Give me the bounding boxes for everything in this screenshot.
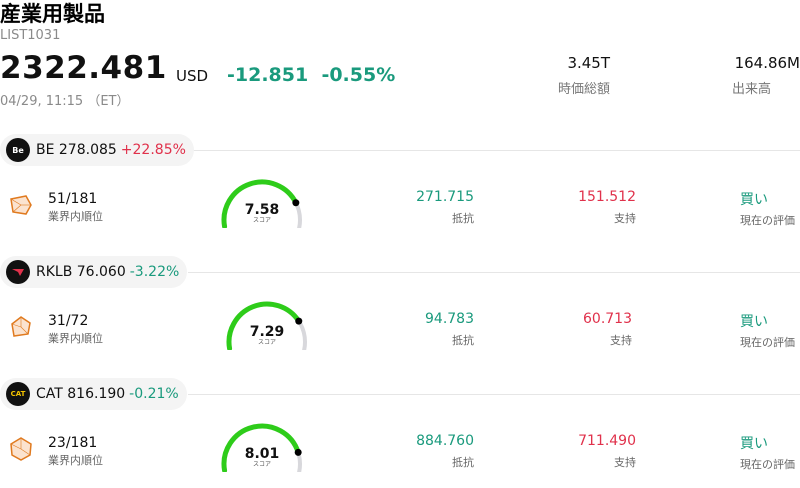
stock-change: -3.22% — [129, 264, 180, 280]
score-label: スコア — [253, 217, 271, 224]
gauge-marker — [295, 317, 303, 325]
volume-value: 164.86M — [734, 54, 800, 72]
row-divider — [188, 150, 800, 151]
radar-chart-icon — [10, 195, 32, 215]
score-value: 8.01 — [245, 446, 280, 462]
market-cap-label: 時価総額 — [557, 82, 610, 97]
rating-value: 買い — [740, 314, 768, 330]
volume-label: 出来高 — [731, 82, 771, 97]
resistance-value: 884.760 — [416, 433, 474, 449]
score-gauge: 7.29 スコア — [226, 301, 307, 350]
stock-change: +22.85% — [120, 142, 186, 158]
price-change-value: -12.851 — [227, 64, 309, 86]
score-gauge: 8.01 スコア — [221, 423, 302, 472]
resistance-label: 抵抗 — [452, 212, 474, 225]
rocket-lab-logo-icon — [6, 260, 30, 284]
score-value: 7.58 — [245, 202, 280, 218]
rating-label: 現在の評価 — [740, 336, 795, 349]
industry-rank: 31/72 — [48, 313, 89, 329]
resistance-value: 271.715 — [416, 189, 474, 205]
score-value: 7.29 — [250, 324, 285, 340]
row-divider — [188, 394, 800, 395]
rating-label: 現在の評価 — [740, 214, 795, 227]
currency-label: USD — [176, 67, 209, 85]
price-change-percent: -0.55% — [321, 64, 396, 86]
stock-pill[interactable]: RKLB 76.060 -3.22% — [0, 256, 188, 288]
score-gauge: 7.58 スコア — [221, 179, 302, 228]
resistance-label: 抵抗 — [452, 456, 474, 469]
stock-pill[interactable]: Be BE 278.085 +22.85% — [0, 134, 194, 166]
bloom-energy-logo-icon: Be — [6, 138, 30, 162]
index-price: 2322.481 — [0, 50, 167, 86]
rating-value: 買い — [740, 436, 768, 452]
ticker-price: BE 278.085 — [36, 142, 117, 158]
industry-rank: 51/181 — [48, 191, 98, 207]
index-code: LIST1031 — [0, 28, 61, 43]
industry-rank-label: 業界内順位 — [48, 210, 103, 223]
stock-change: -0.21% — [129, 386, 179, 402]
industry-rank: 23/181 — [48, 435, 98, 451]
resistance-value: 94.783 — [425, 311, 474, 327]
gauge-marker — [292, 199, 300, 207]
rating-value: 買い — [740, 192, 768, 208]
radar-chart-icon — [11, 316, 31, 337]
ticker-price: RKLB 76.060 — [36, 264, 126, 280]
stock-pill[interactable]: CAT CAT 816.190 -0.21% — [0, 378, 187, 410]
page-title: 産業用製品 — [0, 2, 105, 26]
timestamp: 04/29, 11:15 （ET） — [0, 94, 130, 109]
rocket-lab-mark-icon — [12, 269, 24, 276]
row-divider — [188, 272, 800, 273]
resistance-label: 抵抗 — [452, 334, 474, 347]
industry-rank-label: 業界内順位 — [48, 332, 103, 345]
support-label: 支持 — [614, 456, 636, 469]
ticker-price: CAT 816.190 — [36, 386, 126, 402]
support-value: 711.490 — [578, 433, 636, 449]
caterpillar-logo-icon: CAT — [6, 382, 30, 406]
gauge-marker — [294, 448, 302, 456]
support-label: 支持 — [610, 334, 632, 347]
price-change: -12.851 -0.55% — [227, 64, 395, 86]
support-value: 151.512 — [578, 189, 636, 205]
support-label: 支持 — [614, 212, 636, 225]
market-cap-value: 3.45T — [567, 54, 610, 72]
radar-chart-icon — [10, 437, 32, 461]
score-label: スコア — [253, 461, 271, 468]
industry-rank-label: 業界内順位 — [48, 454, 103, 467]
rating-label: 現在の評価 — [740, 458, 795, 471]
support-value: 60.713 — [583, 311, 632, 327]
score-label: スコア — [258, 339, 276, 346]
